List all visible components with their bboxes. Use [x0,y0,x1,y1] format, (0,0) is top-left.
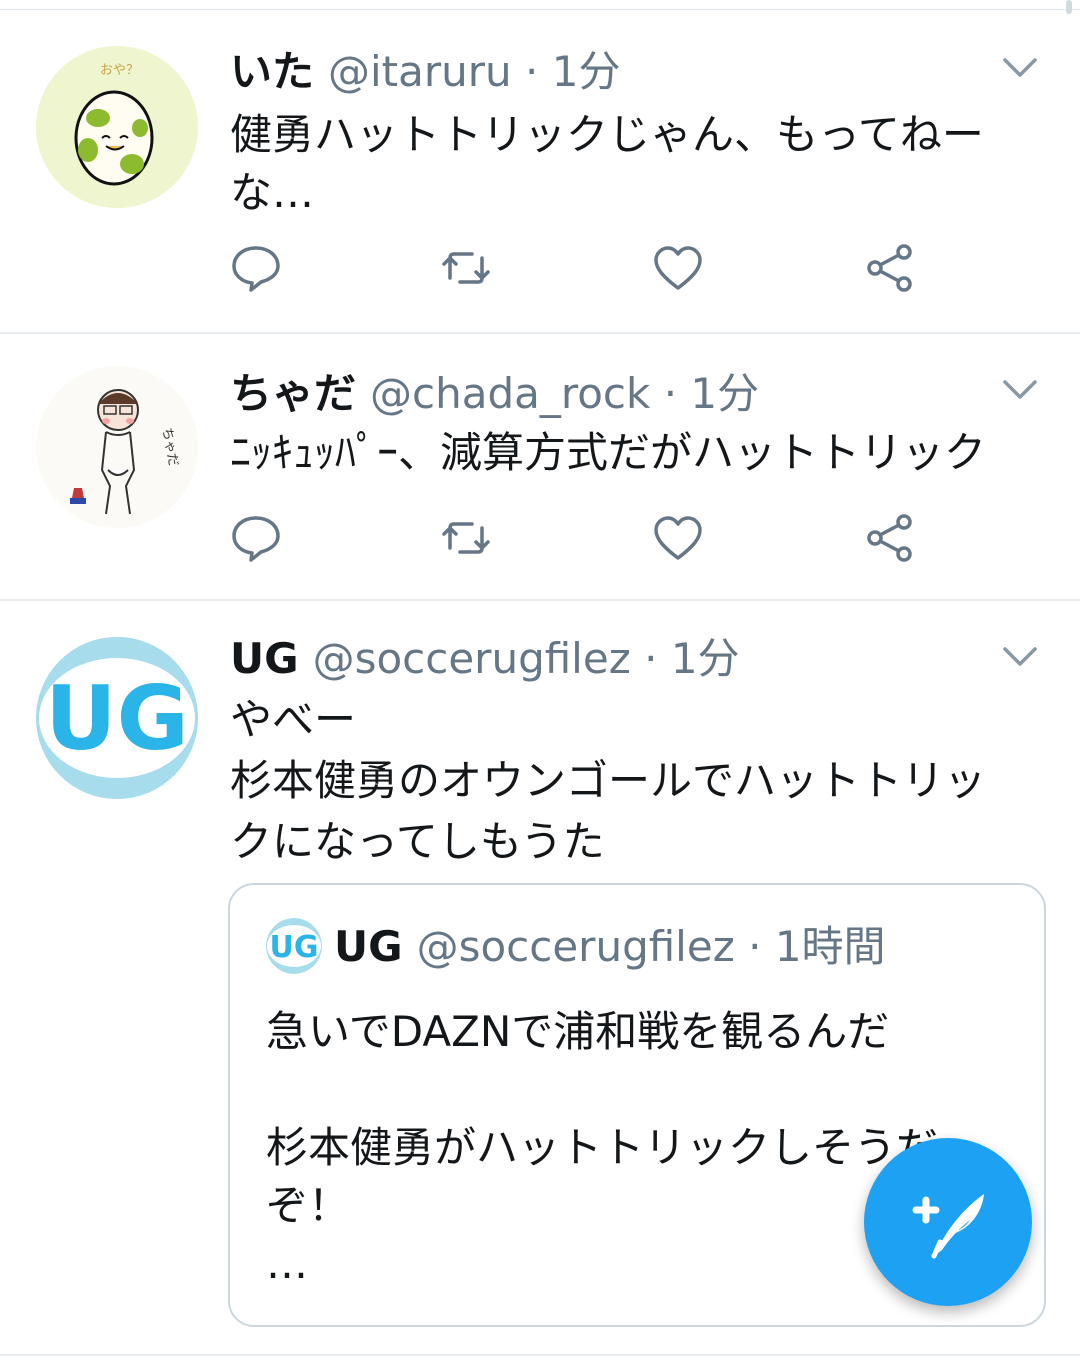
reply-icon[interactable] [230,512,282,564]
tweet-actions [230,512,950,572]
display-name[interactable]: いた [230,47,314,96]
chevron-down-icon[interactable] [1002,56,1038,80]
handle[interactable]: @itaruru [328,47,512,96]
tweet-2[interactable]: ちゃだ ちゃだ @chada_rock · 1分 ﾆｯｷｭｯﾊﾟｰ、減算方式だがハ… [0,334,1080,601]
share-icon[interactable] [864,512,916,564]
tweet-body: ちゃだ @chada_rock · 1分 ﾆｯｷｭｯﾊﾟｰ、減算方式だがハットトリ… [230,366,1040,482]
compose-tweet-button[interactable] [864,1138,1032,1306]
compose-tweet-icon [912,1194,984,1259]
timestamp[interactable]: 1分 [690,369,759,418]
tweet-header: UG @soccerugfilez · 1分 [230,631,1040,687]
heart-icon[interactable] [652,242,704,294]
tweet-text: ﾆｯｷｭｯﾊﾟｰ、減算方式だがハットトリック [230,428,987,477]
quoted-display-name: UG [334,922,403,971]
ug-logo-avatar-icon: UG [36,637,198,799]
avatar-logo-text: UG [45,667,189,770]
retweet-icon[interactable] [440,512,492,564]
tweet-header: ちゃだ @chada_rock · 1分 [230,366,1040,422]
tweet-text: やべー 杉本健勇のオウンゴールでハットトリッ クになってしもうた [230,695,987,866]
retweet-icon[interactable] [440,242,492,294]
tweet-actions [230,242,950,302]
tweet-1[interactable]: おや？ いた @itaruru · 1分 健勇ハットトリックじゃん、もってねー な… [0,10,1080,334]
avatar[interactable]: UG [36,637,198,799]
avatar-caption: おや？ [100,63,139,78]
timestamp[interactable]: 1分 [671,634,740,683]
share-icon[interactable] [864,242,916,294]
separator-dot: · [644,634,658,683]
handle[interactable]: @chada_rock [370,369,650,418]
chevron-down-icon[interactable] [1002,645,1038,669]
quoted-timestamp: 1時間 [774,922,886,971]
bottom-divider [0,1354,1080,1356]
separator-dot: · [748,922,762,971]
handle[interactable]: @soccerugfilez [313,634,631,683]
tweet-body: いた @itaruru · 1分 健勇ハットトリックじゃん、もってねー な… [230,44,1040,222]
quoted-avatar-logo-text: UG [270,930,319,965]
egg-character-avatar-icon: おや？ [36,46,198,208]
tweet-text: 健勇ハットトリックじゃん、もってねー な… [230,110,984,217]
quoted-tweet-header: UG UG @soccerugfilez · 1時間 [266,917,886,978]
display-name[interactable]: UG [230,634,299,683]
separator-dot: · [525,47,539,96]
chevron-down-icon[interactable] [1002,378,1038,402]
person-drawing-avatar-icon: ちゃだ [36,366,198,528]
timestamp[interactable]: 1分 [552,47,621,96]
reply-icon[interactable] [230,242,282,294]
tweet-body: UG @soccerugfilez · 1分 やべー 杉本健勇のオウンゴールでハッ… [230,631,1040,872]
avatar[interactable]: ちゃだ [36,366,198,528]
separator-dot: · [663,369,678,418]
heart-icon[interactable] [652,512,704,564]
quoted-handle: @soccerugfilez [416,922,735,971]
avatar[interactable]: おや？ [36,46,198,208]
tweet-header: いた @itaruru · 1分 [230,44,1040,100]
ug-logo-avatar-icon: UG [266,917,322,974]
display-name[interactable]: ちゃだ [230,369,356,418]
